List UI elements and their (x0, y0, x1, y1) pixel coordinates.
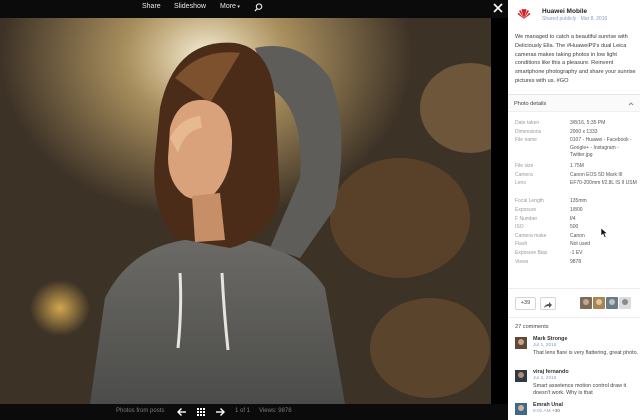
detail-value: -1 EV (570, 249, 583, 256)
detail-label: Camera (515, 171, 533, 178)
comment: Mark Stronge Jul 1, 2016 That lens flare… (515, 336, 639, 364)
detail-row: Exposure 1/800 (515, 207, 639, 216)
comment-text: That lens flare is very flattering, grea… (533, 350, 639, 356)
detail-row: Views 9878 (515, 259, 639, 268)
detail-row: Date taken 3/8/16, 5:35 PM (515, 120, 639, 129)
detail-label: Exposure Bias (515, 249, 548, 256)
more-label: More (220, 3, 236, 10)
detail-row: Camera Canon EOS 5D Mark III (515, 172, 639, 181)
commenter-avatar[interactable] (515, 370, 527, 382)
detail-label: F Number (515, 215, 538, 222)
detail-row: Lens EF70-200mm f/2.8L IS II USM (515, 180, 639, 198)
detail-row: File name 0107 - Huawei - Facebook - Goog… (515, 137, 639, 163)
detail-row: Exposure Bias -1 EV (515, 250, 639, 259)
plusser-avatar[interactable] (619, 297, 631, 309)
woman-portrait-image (0, 18, 491, 404)
viewer-bottom-toolbar: Photos from posts 1 of 1 Views: 9878 (0, 404, 508, 420)
commenter-name[interactable]: Emrah Unal (533, 402, 563, 408)
comment-plus-count: +30 (551, 409, 561, 414)
detail-row: Camera make Canon (515, 233, 639, 242)
photos-from-posts-label[interactable]: Photos from posts (116, 408, 164, 414)
detail-row: Flash Not used (515, 241, 639, 250)
share-arrow-icon (544, 302, 552, 308)
share-button[interactable] (540, 297, 556, 310)
detail-label: Date taken (515, 120, 540, 126)
slideshow-link[interactable]: Slideshow (174, 3, 206, 10)
photo-details-toggle[interactable]: Photo details (508, 94, 640, 112)
detail-row: ISO 500 (515, 224, 639, 233)
post-actions-bar: +39 (508, 288, 640, 318)
more-menu[interactable]: More ▾ (220, 3, 240, 10)
comment: Emrah Unal 8:02 AM +30 (515, 402, 639, 420)
detail-value: 3/8/16, 5:35 PM (570, 120, 606, 126)
comment: viraj fernando Jul 2, 2016 Smart asseten… (515, 369, 639, 399)
detail-value: Canon EOS 5D Mark III (570, 171, 623, 178)
commenter-avatar[interactable] (515, 403, 527, 415)
close-icon[interactable] (491, 1, 505, 15)
detail-row: Dimensions 2000 x 1333 (515, 129, 639, 138)
post-text: We managed to catch a beautiful sunrise … (515, 34, 636, 84)
arrow-right-icon[interactable] (214, 406, 226, 418)
commenter-name[interactable]: Mark Stronge (533, 336, 567, 342)
detail-value: f/4 (570, 215, 576, 222)
detail-label: Flash (515, 241, 528, 248)
commenter-name[interactable]: viraj fernando (533, 369, 569, 375)
plus-one-button[interactable]: +39 (515, 297, 536, 310)
plusser-avatar[interactable] (593, 297, 605, 309)
detail-value: 1/800 (570, 206, 583, 213)
detail-label: Lens (515, 180, 526, 187)
detail-value: 0107 - Huawei - Facebook - Google+ - Ins… (570, 137, 632, 159)
photo-details-table: Date taken 3/8/16, 5:35 PM Dimensions 2000… (515, 120, 639, 267)
comment-date[interactable]: Jul 1, 2016 (533, 343, 556, 348)
post-details-panel: Huawei Mobile Shared publicly · Mar 8, 2… (508, 0, 640, 420)
share-link[interactable]: Share (142, 3, 161, 10)
detail-value: Not used (570, 241, 591, 248)
detail-value: 9878 (570, 258, 582, 265)
commenter-avatar[interactable] (515, 337, 527, 349)
viewer-top-toolbar: Share Slideshow More ▾ (0, 0, 508, 18)
detail-label: Camera make (515, 232, 547, 239)
comment-date[interactable]: 8:02 AM +30 (533, 409, 560, 414)
detail-label: Focal Length (515, 198, 544, 205)
arrow-left-icon[interactable] (176, 406, 188, 418)
search-icon[interactable] (254, 3, 263, 12)
chevron-up-icon (628, 102, 634, 106)
comment-time: 8:02 AM (533, 409, 551, 414)
detail-value: 135mm (570, 198, 587, 205)
chevron-down-icon: ▾ (235, 4, 240, 10)
detail-value: 2000 x 1333 (570, 128, 598, 135)
detail-value: 1.75M (570, 163, 584, 170)
main-photo[interactable] (0, 18, 491, 404)
detail-row: F Number f/4 (515, 216, 639, 225)
photo-details-title: Photo details (514, 101, 547, 107)
views-count: Views: 9878 (259, 408, 292, 414)
comments-count: 27 comments (515, 324, 549, 330)
comment-date[interactable]: Jul 2, 2016 (533, 376, 556, 381)
share-meta[interactable]: Shared publicly · Mar 8, 2016 (542, 16, 607, 22)
detail-row: File size 1.75M (515, 163, 639, 172)
mouse-cursor-icon (601, 228, 609, 238)
photo-viewer: Share Slideshow More ▾ Photos from posts… (0, 0, 508, 420)
photo-lightbox: Share Slideshow More ▾ Photos from posts… (0, 0, 640, 420)
huawei-logo-avatar[interactable] (515, 6, 533, 24)
plusser-avatar[interactable] (606, 297, 618, 309)
detail-label: Exposure (515, 206, 537, 213)
detail-label: Views (515, 258, 529, 265)
detail-label: ISO (515, 224, 524, 231)
comment-text: Smart assetence motion control draw it d… (533, 383, 627, 397)
plusser-avatar[interactable] (580, 297, 592, 309)
detail-label: Dimensions (515, 128, 542, 135)
detail-label: File name (515, 137, 537, 144)
detail-value: EF70-200mm f/2.8L IS II USM (570, 180, 637, 187)
detail-label: File size (515, 163, 534, 170)
page-indicator: 1 of 1 (235, 408, 251, 414)
author-name[interactable]: Huawei Mobile (542, 8, 587, 15)
grid-icon[interactable] (195, 406, 207, 418)
detail-row: Focal Length 135mm (515, 198, 639, 207)
